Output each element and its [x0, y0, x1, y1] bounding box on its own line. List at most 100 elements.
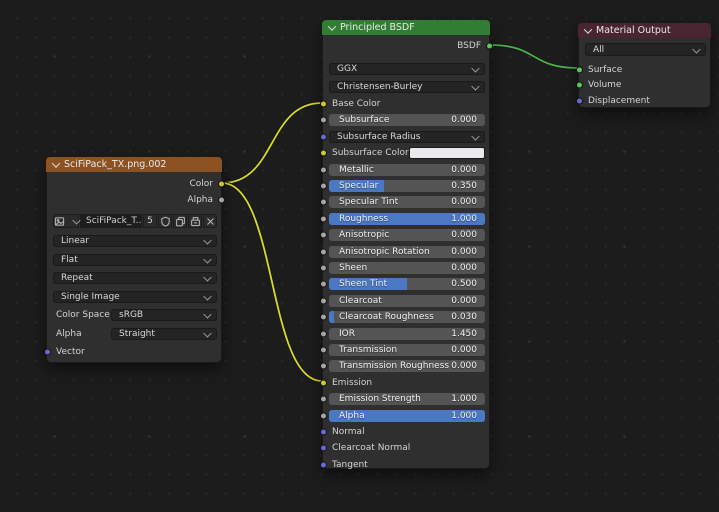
image-texture-node[interactable]: SciFiPack_TX.png.002 ColorAlphaSciFiPack… [46, 157, 222, 363]
slider-label: Specular [329, 180, 378, 192]
input-label: Base Color [332, 99, 380, 109]
slider-alpha[interactable]: Alpha1.000 [329, 410, 485, 422]
displacement-input-socket[interactable] [576, 97, 583, 104]
alpha-output-socket[interactable] [218, 197, 225, 204]
slider-ior[interactable]: IOR1.450 [329, 328, 485, 340]
slider-roughness[interactable]: Roughness1.000 [329, 213, 485, 225]
collapse-chevron-icon[interactable] [328, 22, 336, 30]
alpha-input-socket[interactable] [320, 412, 327, 419]
dropdown-value: sRGB [119, 309, 143, 321]
base-color-input-socket[interactable] [320, 101, 327, 108]
slider-value: 1.000 [451, 213, 485, 225]
chevron-down-icon [203, 329, 211, 337]
image-browse-button[interactable] [53, 214, 79, 228]
param-row-subsurface-color: Subsurface Color [329, 147, 485, 159]
sheen-input-socket[interactable] [320, 265, 327, 272]
copy-button[interactable] [173, 214, 187, 228]
collapse-chevron-icon[interactable] [584, 25, 592, 33]
slider-label: Alpha [329, 410, 365, 422]
slider-label: IOR [329, 328, 355, 340]
specular-input-socket[interactable] [320, 183, 327, 190]
interpolation-dropdown-0[interactable]: Linear [53, 235, 217, 247]
unlink-button[interactable] [203, 214, 217, 228]
slider-metallic[interactable]: Metallic0.000 [329, 164, 485, 176]
input-row-surface: Surface [585, 64, 706, 76]
output-row-bsdf: BSDF [329, 40, 485, 52]
users-count-button[interactable]: 5 [143, 214, 157, 228]
material-output-node[interactable]: Material Output AllSurfaceVolumeDisplace… [578, 23, 711, 108]
slider-clearcoat-roughness[interactable]: Clearcoat Roughness0.030 [329, 311, 485, 323]
pack-button[interactable] [188, 214, 202, 228]
interpolation-dropdown-3[interactable]: Single Image [53, 291, 217, 303]
input-label: Vector [56, 347, 85, 357]
image-texture-node-header[interactable]: SciFiPack_TX.png.002 [46, 157, 222, 172]
prop-dropdown[interactable]: Straight [111, 328, 217, 340]
principled-bsdf-node[interactable]: Principled BSDF BSDF GGX Christensen-Burle… [322, 20, 490, 469]
slider-transmission[interactable]: Transmission0.000 [329, 344, 485, 356]
output-label: Alpha [187, 195, 213, 205]
dropdown-subsurface-radius[interactable]: Subsurface Radius [329, 131, 485, 143]
shield-button[interactable] [158, 214, 172, 228]
specular-tint-input-socket[interactable] [320, 199, 327, 206]
anisotropic-input-socket[interactable] [320, 232, 327, 239]
subsurface-method-dropdown[interactable]: Christensen-Burley [329, 81, 485, 93]
collapse-chevron-icon[interactable] [52, 159, 60, 167]
input-row-emission: Emission [329, 377, 485, 389]
roughness-input-socket[interactable] [320, 215, 327, 222]
vector-input-socket[interactable] [44, 349, 51, 356]
surface-input-socket[interactable] [576, 66, 583, 73]
subsurface-radius-input-socket[interactable] [320, 133, 327, 140]
slider-label: Sheen Tint [329, 278, 387, 290]
volume-input-socket[interactable] [576, 82, 583, 89]
image-datablock-row: SciFiPack_T...5 [53, 214, 217, 228]
normal-input-socket[interactable] [320, 429, 327, 436]
clearcoat-roughness-input-socket[interactable] [320, 314, 327, 321]
shader-editor-canvas[interactable]: SciFiPack_TX.png.002 ColorAlphaSciFiPack… [0, 0, 719, 512]
slider-subsurface[interactable]: Subsurface0.000 [329, 114, 485, 126]
emission-input-socket[interactable] [320, 379, 327, 386]
output-label: BSDF [457, 41, 481, 51]
anisotropic-rotation-input-socket[interactable] [320, 248, 327, 255]
slider-anisotropic-rotation[interactable]: Anisotropic Rotation0.000 [329, 246, 485, 258]
color-swatch[interactable] [409, 147, 485, 159]
slider-transmission-roughness[interactable]: Transmission Roughness0.000 [329, 360, 485, 372]
distribution-dropdown[interactable]: GGX [329, 63, 485, 75]
slider-value: 0.500 [451, 278, 485, 290]
chevron-down-icon [471, 64, 479, 72]
image-name-field[interactable]: SciFiPack_T... [80, 214, 142, 228]
material-output-node-header[interactable]: Material Output [578, 23, 711, 38]
transmission-roughness-input-socket[interactable] [320, 363, 327, 370]
input-label: Tangent [332, 460, 368, 470]
slider-sheen[interactable]: Sheen0.000 [329, 262, 485, 274]
metallic-input-socket[interactable] [320, 166, 327, 173]
target-dropdown[interactable]: All [585, 43, 706, 56]
node-link-outline [222, 103, 322, 183]
prop-dropdown[interactable]: sRGB [111, 309, 217, 321]
dropdown-row: Repeat [53, 272, 217, 284]
dropdown-value: Subsurface Radius [337, 131, 420, 143]
tangent-input-socket[interactable] [320, 461, 327, 468]
color-output-socket[interactable] [218, 181, 225, 188]
slider-value: 0.000 [451, 295, 485, 307]
transmission-input-socket[interactable] [320, 347, 327, 354]
prop-dropdown-wrap: sRGB [111, 309, 217, 321]
subsurface-color-input-socket[interactable] [320, 150, 327, 157]
slider-value: 0.000 [451, 360, 485, 372]
slider-sheen-tint[interactable]: Sheen Tint 0.500 [329, 278, 485, 290]
subsurface-input-socket[interactable] [320, 117, 327, 124]
slider-clearcoat[interactable]: Clearcoat0.000 [329, 295, 485, 307]
interpolation-dropdown-1[interactable]: Flat [53, 254, 217, 266]
slider-specular-tint[interactable]: Specular Tint0.000 [329, 196, 485, 208]
clearcoat-input-socket[interactable] [320, 297, 327, 304]
slider-anisotropic[interactable]: Anisotropic0.000 [329, 229, 485, 241]
slider-specular[interactable]: Specular0.350 [329, 180, 485, 192]
principled-bsdf-node-header[interactable]: Principled BSDF [322, 20, 490, 35]
ior-input-socket[interactable] [320, 330, 327, 337]
slider-emission-strength[interactable]: Emission Strength1.000 [329, 393, 485, 405]
bsdf-output-socket[interactable] [486, 43, 493, 50]
emission-strength-input-socket[interactable] [320, 396, 327, 403]
interpolation-dropdown-2[interactable]: Repeat [53, 272, 217, 284]
sheen-tint-input-socket[interactable] [320, 281, 327, 288]
clearcoat-normal-input-socket[interactable] [320, 445, 327, 452]
input-label: Volume [588, 80, 621, 90]
